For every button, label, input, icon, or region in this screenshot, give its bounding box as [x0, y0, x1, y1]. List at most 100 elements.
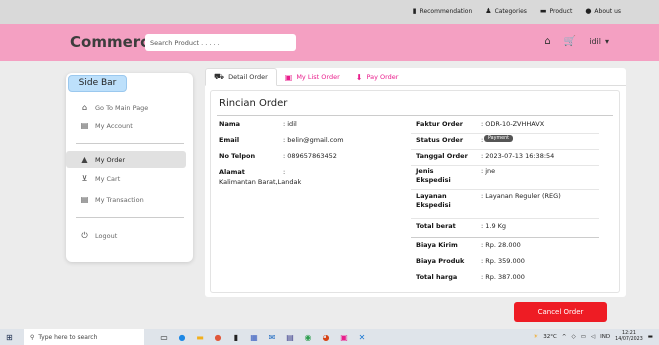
sidebar-item-logout[interactable]: ⏻ Logout — [66, 227, 186, 244]
user-menu[interactable]: idil ▾ — [589, 37, 609, 46]
header-actions: ⌂ 🛒 idil ▾ — [544, 36, 609, 47]
categories-icon: ♟ — [485, 7, 492, 15]
sidebar-divider — [76, 217, 184, 218]
sidebar-item-my-account[interactable]: ▤ My Account — [66, 117, 186, 134]
label-nama: Nama — [219, 120, 240, 128]
topnav-recommendation[interactable]: ▮ Recommendation — [413, 7, 473, 15]
top-nav: ▮ Recommendation ♟ Categories ▬ Product ● Ab… — [413, 7, 621, 15]
cart-icon: ⊻ — [81, 174, 88, 183]
label-biaya-kirim: Biaya Kirim — [416, 241, 458, 249]
clock[interactable]: 12:21 14/07/2023 — [615, 331, 643, 343]
sidebar-item-main-page[interactable]: ⌂ Go To Main Page — [66, 99, 186, 116]
value-faktur: : ODR-10-ZVHHAVX — [481, 120, 545, 128]
transaction-icon: ▤ — [80, 195, 89, 204]
home-icon: ⌂ — [81, 103, 88, 112]
row-divider — [411, 218, 599, 219]
label-biaya-produk: Biaya Produk — [416, 257, 465, 265]
order-card: ⛟ Detail Order ▣ My List Order ⬇ Pay Order … — [205, 68, 626, 297]
label-email: Email — [219, 136, 240, 144]
battery-icon: ▭ — [580, 334, 586, 340]
label-phone: No Telpon — [219, 152, 256, 160]
vscode-icon[interactable]: ✕ — [356, 333, 368, 342]
label-total-harga: Total harga — [416, 273, 458, 281]
app-icon[interactable]: ▣ — [338, 333, 350, 342]
chevron-up-icon[interactable]: ^ — [562, 334, 567, 340]
app-icon[interactable]: ▤ — [284, 333, 296, 342]
label-status: Status Order — [416, 136, 464, 144]
value-total-harga: : Rp. 387.000 — [481, 273, 525, 281]
row-divider — [411, 189, 599, 190]
tab-my-list-order[interactable]: ▣ My List Order — [277, 68, 348, 86]
value-biaya-kirim: : Rp. 28.000 — [481, 241, 521, 249]
label-alamat: Alamat — [219, 168, 245, 176]
notification-icon[interactable]: ▬ — [648, 334, 653, 340]
search-icon: ⚲ — [30, 333, 35, 341]
topnav-product[interactable]: ▬ Product — [540, 7, 572, 15]
sidebar-divider — [76, 143, 184, 144]
value-total-berat: : 1.9 Kg — [481, 222, 507, 230]
address-text: Kalimantan Barat,Landak — [219, 178, 302, 186]
value-tanggal: : 2023-07-13 16:38:54 — [481, 152, 555, 160]
folder-icon[interactable]: ▬ — [194, 333, 206, 342]
status-badge: Payment — [484, 135, 514, 142]
volume-icon: ◁ — [590, 334, 596, 340]
header: Commerce ⌂ 🛒 idil▾ — [0, 24, 659, 61]
sidebar: Side Bar ⌂ Go To Main Page ▤ My Account ▲ M… — [66, 73, 193, 262]
topnav-about[interactable]: ● About us — [585, 7, 621, 15]
label-faktur: Faktur Order — [416, 120, 463, 128]
app-icon[interactable]: ◕ — [320, 333, 332, 342]
label-tanggal: Tanggal Order — [416, 152, 468, 160]
chart-icon: ▮ — [412, 7, 417, 15]
taskbar: ⊞ ⚲ Type here to search ▭ ● ▬ ● ▮ ▦ ✉ ▤ ◉… — [0, 329, 659, 345]
row-divider — [411, 149, 599, 150]
sidebar-item-my-transaction[interactable]: ▤ My Transaction — [66, 191, 186, 208]
title-divider — [217, 115, 613, 116]
windows-start-icon[interactable]: ⊞ — [6, 333, 20, 342]
label-total-berat: Total berat — [416, 222, 456, 230]
weather-icon: ☀ — [533, 334, 539, 340]
app-icon[interactable]: ▮ — [230, 333, 242, 342]
order-tabs: ⛟ Detail Order ▣ My List Order ⬇ Pay Order — [205, 68, 406, 86]
row-divider — [411, 165, 599, 166]
network-icon: ◇ — [571, 334, 576, 340]
value-email: : belin@gmail.com — [283, 136, 344, 144]
label-layanan-ekspedisi: Layanan Ekspedisi — [416, 192, 451, 209]
value-biaya-produk: : Rp. 359.000 — [481, 257, 525, 265]
product-icon: ▬ — [539, 7, 547, 15]
tab-pay-order[interactable]: ⬇ Pay Order — [348, 68, 407, 86]
mail-icon[interactable]: ✉ — [266, 333, 278, 342]
power-icon: ⏻ — [81, 230, 88, 240]
account-icon: ▤ — [80, 121, 89, 130]
value-phone: : 089657863452 — [283, 152, 337, 160]
chevron-down-icon: ▾ — [604, 37, 609, 46]
pay-icon: ⬇ — [355, 72, 363, 82]
app-icon[interactable]: ▦ — [248, 333, 260, 342]
home-icon[interactable]: ⌂ — [544, 36, 550, 47]
sidebar-title: Side Bar — [68, 75, 127, 92]
label-jenis-ekspedisi: Jenis Ekspedisi — [416, 167, 451, 184]
info-icon: ● — [585, 7, 592, 15]
search-input[interactable] — [145, 34, 296, 51]
value-layanan-ekspedisi: : Layanan Reguler (REG) — [481, 192, 561, 200]
tab-detail-order[interactable]: ⛟ Detail Order — [205, 68, 277, 86]
truck-icon: ⛟ — [214, 72, 225, 81]
value-alamat: : — [283, 168, 286, 176]
system-tray: ☀ 32°C ^ ◇ ▭ ◁ IND 12:21 14/07/2023 ▬ — [533, 331, 653, 343]
edge-icon[interactable]: ● — [176, 333, 188, 342]
cancel-order-button[interactable]: Cancel Order — [514, 302, 607, 322]
list-icon: ▣ — [284, 72, 293, 82]
order-details-panel: Rincian Order Nama : idil Email : belin@… — [210, 90, 620, 293]
value-status: : — [481, 136, 484, 144]
sidebar-item-my-order[interactable]: ▲ My Order — [66, 151, 186, 168]
panel-title: Rincian Order — [219, 98, 288, 109]
cart-icon[interactable]: 🛒 — [564, 36, 576, 47]
taskbar-search[interactable]: ⚲ Type here to search — [24, 329, 144, 345]
topnav-categories[interactable]: ♟ Categories — [485, 7, 527, 15]
sidebar-item-my-cart[interactable]: ⊻ My Cart — [66, 170, 186, 187]
order-icon: ▲ — [81, 155, 88, 164]
app-icon[interactable]: ● — [212, 333, 224, 342]
top-strip: ▮ Recommendation ♟ Categories ▬ Product ● Ab… — [0, 0, 659, 24]
chrome-icon[interactable]: ◉ — [302, 333, 314, 342]
task-view-icon[interactable]: ▭ — [158, 333, 170, 342]
value-nama: : idil — [283, 120, 297, 128]
